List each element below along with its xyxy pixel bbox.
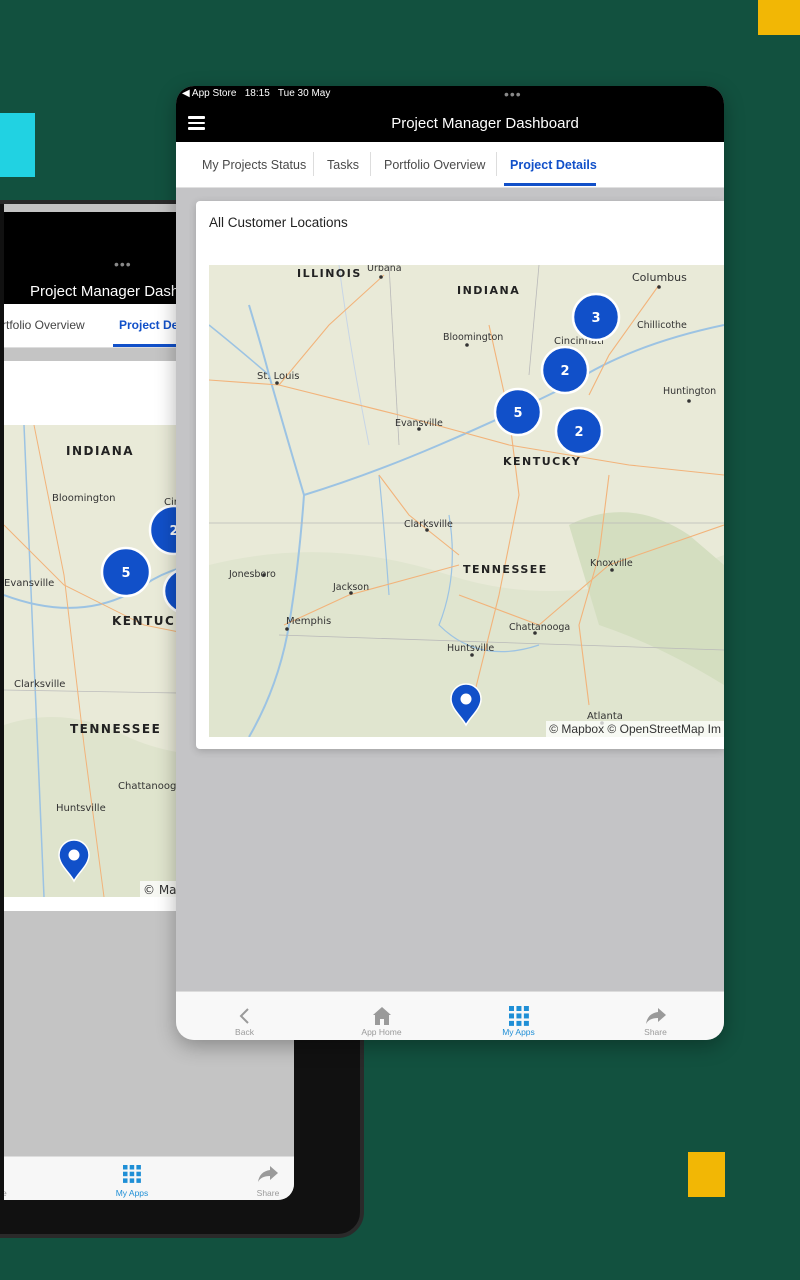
cluster-marker[interactable]: 5 xyxy=(493,387,543,437)
status-bar-text: ◀ App Store 18:15 Tue 30 May xyxy=(182,88,330,99)
label-chattanooga: Chattanooga xyxy=(509,622,570,633)
multitask-dots[interactable]: ••• xyxy=(504,86,522,102)
share-arrow-icon xyxy=(645,1008,666,1024)
back-nav-label: e xyxy=(4,1188,7,1198)
grid-icon xyxy=(508,1006,529,1026)
label-columbus: Columbus xyxy=(632,271,687,284)
nav-back-button[interactable]: Back xyxy=(176,992,313,1040)
back-label-clarksville: Clarksville xyxy=(14,679,65,690)
back-dots: ••• xyxy=(114,256,132,272)
cluster-marker[interactable]: 2 xyxy=(540,345,590,395)
back-cluster-marker[interactable]: 5 xyxy=(100,546,152,598)
label-kentucky: KENTUCKY xyxy=(503,455,581,468)
back-app-title: Project Manager Dashb xyxy=(30,283,188,300)
share-arrow-icon xyxy=(258,1166,278,1182)
label-clarksville: Clarksville xyxy=(404,519,453,530)
back-nav-my-apps[interactable]: My Apps xyxy=(102,1165,162,1200)
grid-icon xyxy=(123,1165,141,1183)
label-memphis: Memphis xyxy=(286,616,331,627)
back-nav-share-label: Share xyxy=(256,1188,280,1198)
label-indiana: INDIANA xyxy=(457,284,520,297)
nav-share-label: Share xyxy=(644,1027,667,1037)
tab-divider xyxy=(370,152,371,176)
tab-my-projects-status[interactable]: My Projects Status xyxy=(202,158,306,172)
label-chillicothe: Chillicothe xyxy=(637,320,687,331)
back-label-indiana: INDIANA xyxy=(66,444,134,458)
status-date: Tue 30 May xyxy=(277,88,331,99)
customer-locations-card: All Customer Locations ILLINOIS Urbana I… xyxy=(196,201,724,749)
cluster-count: 2 xyxy=(560,364,569,379)
cluster-count: 3 xyxy=(591,311,600,326)
active-tab-indicator xyxy=(504,183,596,186)
nav-share-button[interactable]: Share xyxy=(587,992,724,1040)
back-nav-my-apps-label: My Apps xyxy=(115,1188,149,1198)
nav-back-label: Back xyxy=(235,1027,254,1037)
card-title: All Customer Locations xyxy=(209,215,348,230)
back-bottom-nav: e My Apps Share xyxy=(4,1156,294,1200)
label-st-louis: St. Louis xyxy=(257,371,299,382)
back-tab-details: Project Det xyxy=(119,318,183,332)
app-title: Project Manager Dashboard xyxy=(391,115,579,132)
label-bloomington: Bloomington xyxy=(443,332,503,343)
tab-divider xyxy=(313,152,314,176)
back-label-bloomington: Bloomington xyxy=(52,493,115,504)
label-jackson: Jackson xyxy=(332,582,369,593)
tab-project-details[interactable]: Project Details xyxy=(510,158,597,172)
home-icon xyxy=(372,1007,391,1025)
back-nav-share[interactable]: Share xyxy=(238,1165,294,1200)
cluster-count: 2 xyxy=(574,425,583,440)
nav-my-apps-label: My Apps xyxy=(502,1027,535,1037)
label-illinois: ILLINOIS xyxy=(297,267,362,280)
nav-app-home-label: App Home xyxy=(361,1027,402,1037)
cluster-marker[interactable]: 3 xyxy=(571,292,621,342)
back-cluster-count: 5 xyxy=(121,566,130,581)
back-label-chattanooga: Chattanooga xyxy=(118,781,182,792)
tab-divider xyxy=(496,152,497,176)
chevron-left-icon xyxy=(239,1008,249,1024)
back-label-tennessee: TENNESSEE xyxy=(70,722,161,736)
cluster-count: 5 xyxy=(513,406,522,421)
nav-my-apps-button[interactable]: My Apps xyxy=(450,992,587,1040)
label-evansville: Evansville xyxy=(395,418,443,429)
label-tennessee: TENNESSEE xyxy=(463,563,548,576)
map-attribution[interactable]: © Mapbox © OpenStreetMap Im xyxy=(546,721,724,737)
cluster-marker[interactable]: 2 xyxy=(554,406,604,456)
label-jonesboro: Jonesboro xyxy=(228,569,276,580)
customer-locations-map[interactable]: ILLINOIS Urbana INDIANA Columbus Chillic… xyxy=(209,265,724,737)
label-knoxville: Knoxville xyxy=(590,558,633,569)
front-tablet-screen: ◀ App Store 18:15 Tue 30 May ••• Project… xyxy=(176,86,724,1040)
tab-tasks[interactable]: Tasks xyxy=(327,158,359,172)
decorative-yellow-square-bottom xyxy=(688,1152,725,1197)
nav-app-home-button[interactable]: App Home xyxy=(313,992,450,1040)
decorative-cyan-square xyxy=(0,113,35,177)
status-header-bar: ◀ App Store 18:15 Tue 30 May ••• Project… xyxy=(176,86,724,142)
tab-bar: My Projects Status Tasks Portfolio Overv… xyxy=(176,142,724,188)
label-urbana: Urbana xyxy=(367,265,402,274)
label-huntington: Huntington xyxy=(663,386,716,397)
tab-portfolio-overview[interactable]: Portfolio Overview xyxy=(384,158,485,172)
bottom-nav-bar: Back App Home My Apps Share xyxy=(176,991,724,1040)
status-time: 18:15 xyxy=(244,88,270,99)
back-label-evansville: Evansville xyxy=(4,578,54,589)
status-carrier[interactable]: ◀ App Store xyxy=(182,88,236,99)
label-huntsville: Huntsville xyxy=(447,643,494,654)
back-label-huntsville: Huntsville xyxy=(56,803,106,814)
decorative-yellow-square xyxy=(758,0,800,35)
back-tab-portfolio: rtfolio Overview xyxy=(4,318,85,332)
